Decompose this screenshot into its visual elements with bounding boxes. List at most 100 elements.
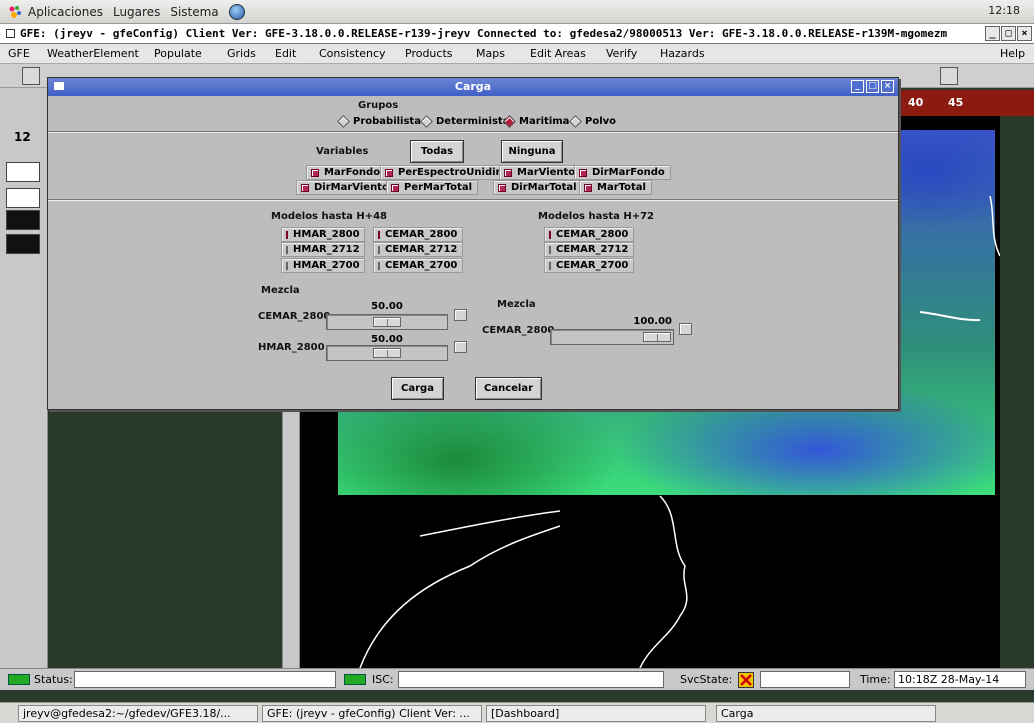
h48-label: Modelos hasta H+48 <box>271 211 387 222</box>
check-dirmarfondo[interactable]: DirMarFondo <box>574 165 671 180</box>
checkbox-label: CEMAR_2800 <box>385 229 458 240</box>
status-field[interactable] <box>74 671 336 688</box>
check-permartotal[interactable]: PerMarTotal <box>386 180 478 195</box>
checkbox-label: CEMAR_2700 <box>385 260 458 271</box>
panel-menu-sistema[interactable]: Sistema <box>170 5 218 19</box>
dialog-titlebar[interactable]: Carga _ □ × <box>48 78 898 96</box>
task-terminal[interactable]: jreyv@gfedesa2:~/gfedev/GFE3.18/... <box>18 705 258 722</box>
checkbox-indicator <box>378 261 380 270</box>
menu-verify[interactable]: Verify <box>606 47 637 60</box>
slider-toggle-button[interactable] <box>679 323 692 335</box>
cancelar-button[interactable]: Cancelar <box>475 377 542 400</box>
check-h48-hmar-2800[interactable]: HMAR_2800 <box>281 227 365 242</box>
dialog-maximize-button[interactable]: □ <box>866 80 879 93</box>
ninguna-button[interactable]: Ninguna <box>501 140 563 163</box>
menu-help[interactable]: Help <box>1000 47 1025 60</box>
task-carga[interactable]: Carga <box>716 705 936 722</box>
slider-thumb[interactable] <box>643 332 671 342</box>
menu-maps[interactable]: Maps <box>476 47 505 60</box>
slider-toggle-button[interactable] <box>454 341 467 353</box>
dialog-menu-icon[interactable] <box>54 82 64 90</box>
mezcla-48-label: Mezcla <box>261 285 300 296</box>
radio-polvo[interactable]: Polvo <box>569 115 616 128</box>
checkbox-label: HMAR_2800 <box>293 229 360 240</box>
checkbox-label: MarViento <box>517 167 576 178</box>
menu-hazards[interactable]: Hazards <box>660 47 705 60</box>
check-perespectrounidim[interactable]: PerEspectroUnidim <box>380 165 512 180</box>
check-h48-cemar-2712[interactable]: CEMAR_2712 <box>373 242 463 257</box>
menu-consistency[interactable]: Consistency <box>319 47 386 60</box>
menu-weatherelement[interactable]: WeatherElement <box>47 47 139 60</box>
checkbox-indicator <box>385 168 393 177</box>
slider-thumb[interactable] <box>373 348 401 358</box>
radio-label: Probabilista <box>353 116 421 127</box>
gnome-foot-icon[interactable] <box>8 5 22 19</box>
check-h72-cemar-2700[interactable]: CEMAR_2700 <box>544 258 634 273</box>
mezcla-48-cemar-slider[interactable] <box>326 314 448 330</box>
gfe-menubar: GFE WeatherElement Populate Grids Edit C… <box>0 44 1034 64</box>
menu-products[interactable]: Products <box>405 47 453 60</box>
check-martotal[interactable]: MarTotal <box>579 180 652 195</box>
check-dirmartotal[interactable]: DirMarTotal <box>493 180 583 195</box>
close-button[interactable]: × <box>1017 26 1032 41</box>
mezcla-48-model-label: CEMAR_2800 <box>258 311 331 322</box>
grid-block[interactable] <box>6 210 40 230</box>
check-marviento[interactable]: MarViento <box>499 165 582 180</box>
checkbox-label: MarTotal <box>597 182 646 193</box>
menu-grids[interactable]: Grids <box>227 47 256 60</box>
task-dashboard[interactable]: [Dashboard] <box>486 705 706 722</box>
checkbox-indicator <box>584 183 592 192</box>
grid-block[interactable] <box>6 188 40 208</box>
window-menu-icon[interactable] <box>6 29 15 38</box>
checkbox-label: CEMAR_2712 <box>385 244 458 255</box>
check-h72-cemar-2800[interactable]: CEMAR_2800 <box>544 227 634 242</box>
dialog-minimize-button[interactable]: _ <box>851 80 864 93</box>
dialog-title: Carga <box>454 80 492 93</box>
slider-value: 50.00 <box>371 334 403 345</box>
grid-block[interactable] <box>6 234 40 254</box>
minimize-button[interactable]: _ <box>985 26 1000 41</box>
svcstate-error-icon[interactable] <box>738 672 754 688</box>
checkbox-label: DirMarTotal <box>511 182 577 193</box>
menu-edit-areas[interactable]: Edit Areas <box>530 47 586 60</box>
isc-field[interactable] <box>398 671 664 688</box>
separator <box>48 199 898 201</box>
menu-gfe[interactable]: GFE <box>8 47 30 60</box>
check-dirmarviento[interactable]: DirMarViento <box>296 180 395 195</box>
check-h48-cemar-2700[interactable]: CEMAR_2700 <box>373 258 463 273</box>
dialog-close-button[interactable]: × <box>881 80 894 93</box>
check-h48-cemar-2800[interactable]: CEMAR_2800 <box>373 227 463 242</box>
grupos-label: Grupos <box>358 100 399 111</box>
radio-maritima[interactable]: Maritima <box>503 115 569 128</box>
toolbar-button[interactable] <box>22 67 40 85</box>
browser-globe-icon[interactable] <box>228 3 245 20</box>
carga-button[interactable]: Carga <box>391 377 444 400</box>
menu-edit[interactable]: Edit <box>275 47 296 60</box>
mezcla-72-cemar-slider[interactable] <box>550 329 674 345</box>
task-gfe[interactable]: GFE: (jreyv - gfeConfig) Client Ver: ... <box>262 705 482 722</box>
toolbar-button[interactable] <box>940 67 958 85</box>
panel-clock[interactable]: 12:18 <box>988 4 1020 17</box>
slider-toggle-button[interactable] <box>454 309 467 321</box>
checkbox-label: CEMAR_2712 <box>556 244 629 255</box>
color-scale-bar[interactable]: 40 45 <box>890 90 1034 116</box>
slider-thumb[interactable] <box>373 317 401 327</box>
panel-menu-lugares[interactable]: Lugares <box>113 5 160 19</box>
time-label: Time: <box>860 673 891 686</box>
mezcla-48-hmar-slider[interactable] <box>326 345 448 361</box>
checkbox-label: CEMAR_2800 <box>556 229 629 240</box>
check-h48-hmar-2712[interactable]: HMAR_2712 <box>281 242 365 257</box>
radio-determinista[interactable]: Determinista <box>420 115 509 128</box>
check-h48-hmar-2700[interactable]: HMAR_2700 <box>281 258 365 273</box>
menu-populate[interactable]: Populate <box>154 47 202 60</box>
checkbox-label: DirMarFondo <box>592 167 665 178</box>
maximize-button[interactable]: □ <box>1001 26 1016 41</box>
panel-menu-aplicaciones[interactable]: Aplicaciones <box>28 5 103 19</box>
check-h72-cemar-2712[interactable]: CEMAR_2712 <box>544 242 634 257</box>
check-marfondo[interactable]: MarFondo <box>306 165 387 180</box>
mezcla-72-label: Mezcla <box>497 299 536 310</box>
radio-probabilista[interactable]: Probabilista <box>337 115 421 128</box>
checkbox-label: PerEspectroUnidim <box>398 167 506 178</box>
grid-block[interactable] <box>6 162 40 182</box>
todas-button[interactable]: Todas <box>410 140 464 163</box>
